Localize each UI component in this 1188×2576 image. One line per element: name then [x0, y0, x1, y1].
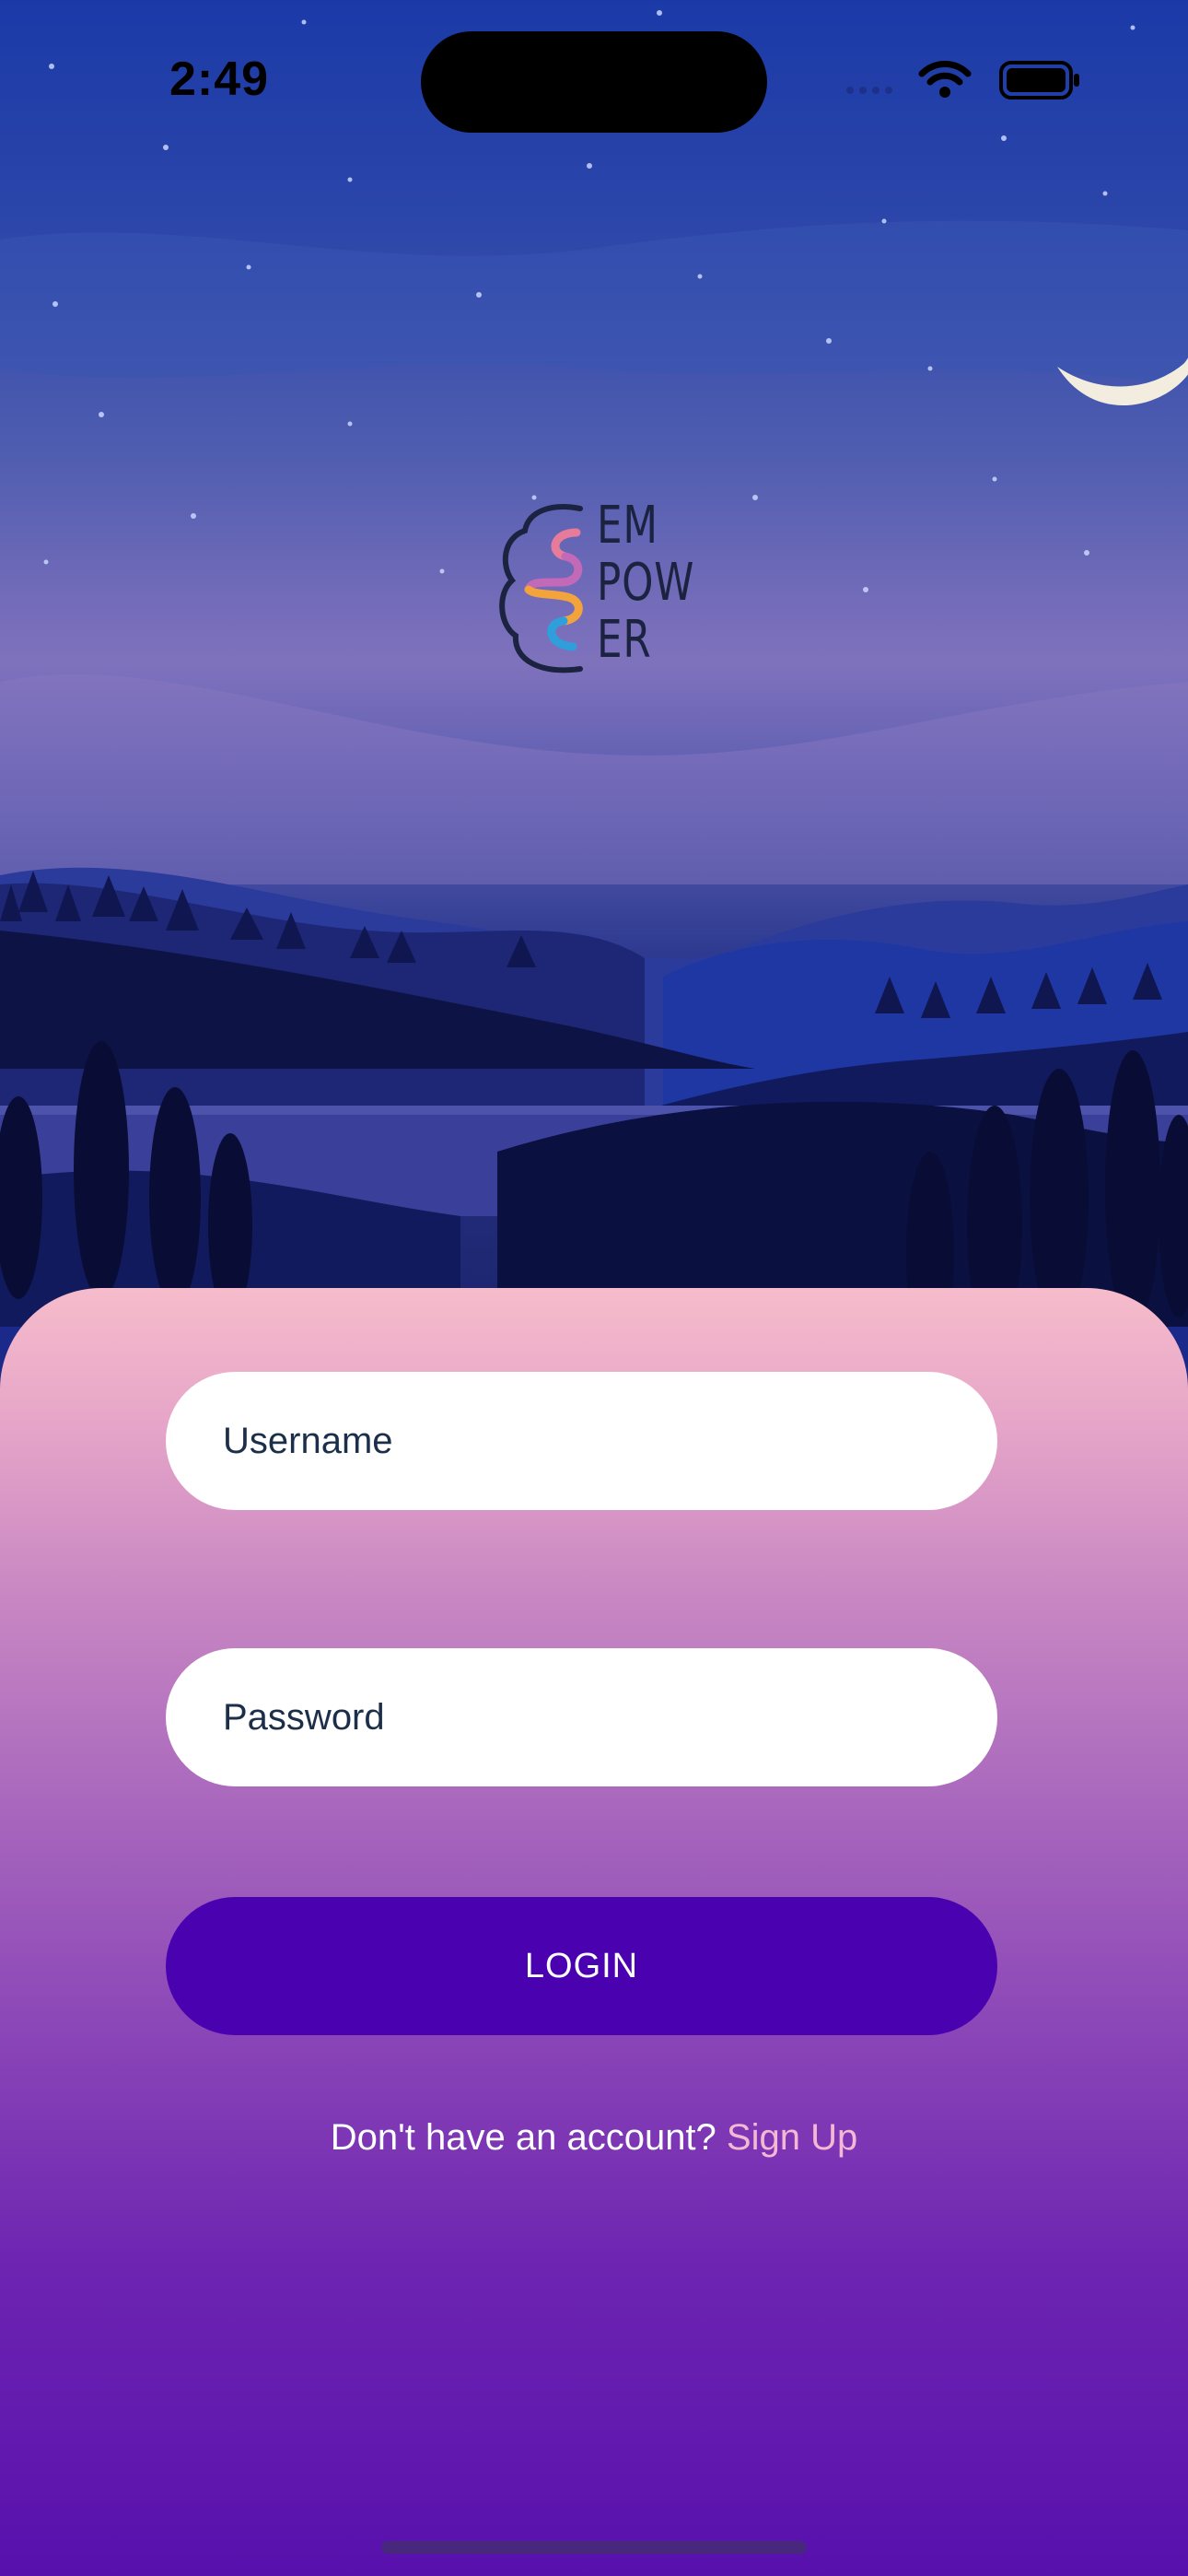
- logo-line-3: ER: [597, 610, 652, 670]
- wifi-icon: [918, 61, 972, 86]
- sign-up-link[interactable]: Sign Up: [727, 2117, 857, 2158]
- logo-line-1: EM: [597, 496, 658, 556]
- logo-wordmark: EM POW ER: [597, 498, 694, 669]
- status-bar-time: 2:49: [169, 53, 270, 106]
- home-indicator[interactable]: [381, 2541, 807, 2554]
- signup-prompt-row: Don't have an account? Sign Up: [0, 2117, 1188, 2159]
- wifi-dot: [939, 87, 950, 98]
- status-bar-icons: [843, 57, 1082, 103]
- password-field[interactable]: Password: [166, 1648, 997, 1786]
- username-field[interactable]: Username: [166, 1372, 997, 1510]
- username-placeholder: Username: [223, 1420, 393, 1461]
- logo-line-2: POW: [597, 553, 695, 613]
- brain-logo-icon: [499, 504, 583, 673]
- password-placeholder: Password: [223, 1696, 385, 1738]
- empower-logo: EM POW ER: [497, 498, 700, 678]
- cellular-signal-icon: [846, 87, 892, 94]
- login-button[interactable]: LOGIN: [166, 1897, 997, 2035]
- signup-prompt-text: Don't have an account?: [330, 2117, 716, 2158]
- battery-icon: [999, 61, 1079, 100]
- dynamic-island: [421, 31, 767, 133]
